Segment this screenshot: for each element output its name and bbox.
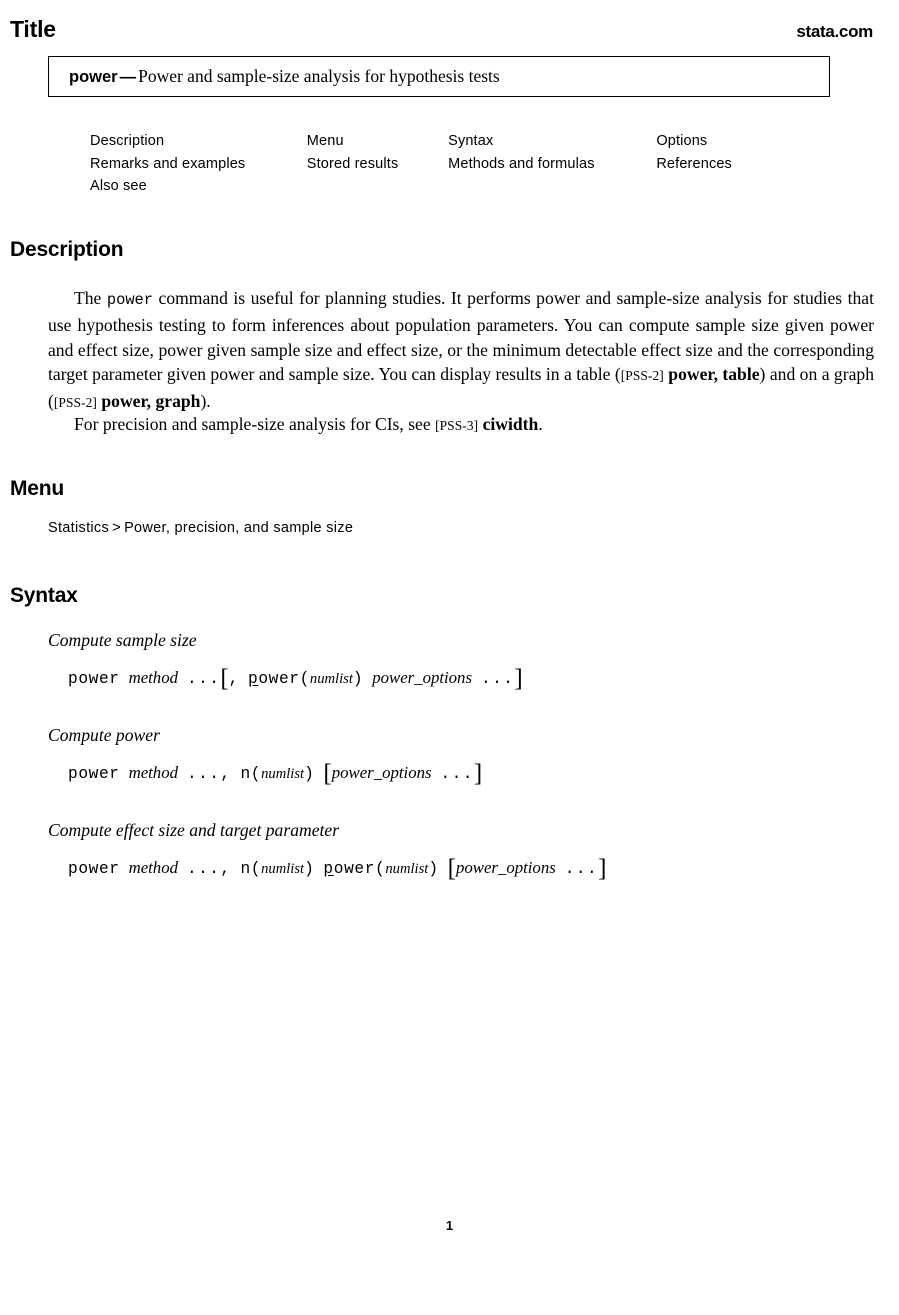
syntax2-method: method [128,763,178,782]
heading-menu: Menu [10,477,65,500]
command-title-text: power — Power and sample-size analysis for… [49,66,500,87]
syntax3-method: method [128,858,178,877]
syntax3-paren2-open: ( [375,860,386,878]
nav-link-methods-and-formulas[interactable]: Methods and formulas [448,153,656,176]
menu-path: Statistics > Power, precision, and sample … [48,519,353,536]
heading-syntax: Syntax [10,584,78,607]
para1-text-1: The [74,288,107,308]
command-title-box: power — Power and sample-size analysis for… [48,56,830,97]
syntax2-ellipsis-2: ... [440,765,474,783]
syntax-label-compute-effect-size: Compute effect size and target parameter [48,820,340,840]
syntax1-option-abbrev: p [247,670,259,688]
document-page: Title stata.com power — Power and sample-s… [0,0,899,1315]
syntax-line-compute-power: power method..., n(numlist) [power_options.… [68,760,483,787]
inline-command-power: power [106,291,154,309]
syntax1-ellipsis-2: ... [480,670,515,688]
syntax1-power-options: power_options [372,668,472,687]
syntax1-command: power [68,670,120,688]
command-name: power [69,68,118,86]
syntax-line-compute-effect-size: power method..., n(numlist) power(numlist)[… [68,855,607,882]
syntax1-option-rest: ower [258,670,300,688]
manual-ref-tag-pss2-table: [PSS-2] [620,368,664,384]
manual-ref-command-power-table[interactable]: power, table [668,364,759,384]
page-title: Title [10,16,56,42]
menu-separator-icon: > [112,519,122,536]
syntax3-numlist-2: numlist [385,861,429,877]
syntax3-option-abbrev: p [323,860,334,878]
nav-row: Description Menu Syntax Options [90,130,790,153]
syntax2-command: power [68,765,120,783]
nav-link-also-see[interactable]: Also see [90,175,317,198]
nav-link-references[interactable]: References [656,153,790,176]
para2-text-1: For precision and sample-size analysis f… [74,414,436,434]
nav-row: Also see [90,175,790,198]
para2-text-2: . [538,414,543,434]
syntax2-numlist: numlist [261,766,305,782]
command-description: Power and sample-size analysis for hypot… [138,66,500,86]
manual-ref-command-ciwidth[interactable]: ciwidth [483,414,539,434]
syntax2-paren-close: ) [304,765,315,783]
manual-ref-command-power-graph[interactable]: power, graph [101,391,200,411]
syntax2-power-options: power_options [331,763,432,782]
syntax3-ellipsis-2: ... [564,860,599,878]
syntax3-paren-open: ( [250,860,262,878]
nav-link-menu[interactable]: Menu [307,130,448,153]
syntax3-ellipsis-1: ..., [186,860,232,878]
menu-leaf: Power, precision, and sample size [124,520,354,536]
syntax1-paren-open: ( [299,670,310,688]
page-header: Title stata.com [10,16,873,43]
syntax-label-compute-sample-size: Compute sample size [48,630,197,650]
em-dash: — [119,68,137,86]
syntax1-paren-close: ) [352,670,364,688]
syntax3-numlist-1: numlist [261,861,305,877]
syntax3-paren2-close: ) [428,860,439,878]
nav-link-options[interactable]: Options [656,130,790,153]
nav-link-stored-results[interactable]: Stored results [307,153,448,176]
syntax-line-compute-sample-size: power method ...[, power(numlist) power_opti… [68,665,523,692]
syntax2-paren-open: ( [250,765,262,783]
nav-row: Remarks and examples Stored results Meth… [90,153,790,176]
section-navigation: Description Menu Syntax Options Remarks … [90,130,790,198]
heading-description: Description [10,238,124,261]
nav-link-syntax[interactable]: Syntax [448,130,656,153]
syntax1-ellipsis-1: ... [186,670,221,688]
manual-ref-tag-pss2-graph: [PSS-2] [53,395,97,411]
stata-com-link[interactable]: stata.com [796,22,873,42]
syntax3-power-options: power_options [455,858,556,877]
description-paragraph-2: For precision and sample-size analysis f… [48,412,874,439]
syntax1-method: method [128,668,178,687]
para1-text-4: ). [200,391,211,412]
syntax2-option-n: n [240,765,251,783]
page-number: 1 [445,1218,454,1233]
syntax1-numlist: numlist [309,671,353,687]
syntax3-command: power [68,860,120,878]
syntax2-ellipsis-1: ..., [186,765,232,783]
syntax3-option-n: n [240,860,251,878]
description-paragraph-1: The power command is useful for planning… [48,286,874,416]
nav-link-description[interactable]: Description [90,130,307,153]
menu-root: Statistics [48,520,110,536]
syntax3-option-rest: ower [333,860,376,878]
syntax3-paren-close: ) [304,860,315,878]
nav-link-remarks-and-examples[interactable]: Remarks and examples [90,153,307,176]
manual-ref-tag-pss3: [PSS-3] [435,418,479,433]
syntax-label-compute-power: Compute power [48,725,160,745]
syntax1-comma: , [228,670,239,688]
